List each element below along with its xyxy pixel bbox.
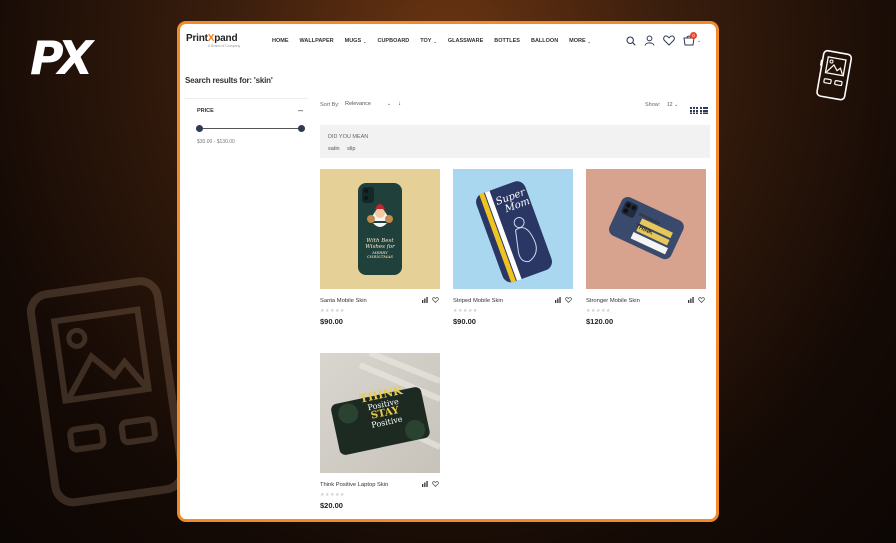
product-name[interactable]: Santa Mobile Skin: [320, 298, 367, 304]
product-price: $90.00: [320, 317, 343, 326]
nav-item-glassware[interactable]: GLASSWARE: [448, 38, 483, 44]
nav-item-cupboard[interactable]: CUPBOARD: [377, 38, 409, 44]
heart-icon[interactable]: [565, 297, 572, 303]
price-slider-max-handle[interactable]: [298, 125, 305, 132]
product-card[interactable]: THINK Positive STAY Positive Think Posit…: [320, 353, 442, 510]
site-logo-name: PrintXpand: [186, 33, 240, 44]
nav-item-label: MUGS: [344, 38, 362, 44]
product-name[interactable]: Stronger Mobile Skin: [586, 298, 640, 304]
show-label: Show:: [645, 102, 661, 108]
product-name[interactable]: Think Positive Laptop Skin: [320, 482, 388, 488]
product-art-text: With Best Wishes for MERRY CHRISTMAS: [358, 238, 402, 259]
brand-name-a: Print: [186, 33, 208, 44]
heart-icon[interactable]: [432, 297, 439, 303]
nav-item-home[interactable]: HOME: [272, 38, 289, 44]
sort-direction-icon[interactable]: ↓: [398, 101, 401, 107]
product-image[interactable]: THINK Positive STAY Positive: [320, 353, 440, 473]
brand-name-b: pand: [214, 33, 238, 44]
compare-icon[interactable]: [688, 297, 694, 303]
page-title: Search results for: 'skin': [185, 76, 273, 85]
website-screenshot-frame: PrintXpand A Brand of Company HOME WALLP…: [177, 21, 719, 522]
nav-item-label: CUPBOARD: [377, 38, 410, 44]
price-filter: PRICE – $30.00 - $130.00: [185, 98, 308, 153]
product-price: $20.00: [320, 501, 343, 510]
sort-select[interactable]: Relevance ⌄: [345, 101, 395, 107]
chevron-down-icon: ⌄: [387, 101, 392, 107]
cart-count-badge: 0: [690, 32, 697, 39]
site-logo-tagline: A Brand of Company: [208, 44, 241, 48]
phone-image-watermark-icon: [25, 275, 187, 520]
nav-item-label: WALLPAPER: [299, 38, 334, 44]
product-actions: [422, 481, 439, 487]
chevron-down-icon: ⌄: [363, 38, 367, 44]
product-name[interactable]: Striped Mobile Skin: [453, 298, 503, 304]
nav-item-label: HOME: [272, 38, 289, 44]
did-you-mean-title: DID YOU MEAN: [328, 134, 369, 140]
nav-item-wallpaper[interactable]: WALLPAPER: [300, 38, 334, 44]
product-price: $90.00: [453, 317, 476, 326]
site-logo[interactable]: PrintXpand A Brand of Company: [186, 33, 240, 48]
phone-image-icon: [812, 48, 854, 109]
nav-item-balloon[interactable]: BALLOON: [531, 38, 558, 44]
sort-value: Relevance: [345, 101, 371, 107]
art-line: CHRISTMAS: [366, 253, 394, 259]
main-nav: HOME WALLPAPER MUGS ⌄ CUPBOARD TOY ⌄ GLASS…: [272, 38, 602, 44]
overlay-logo: PX: [30, 33, 102, 83]
chevron-down-icon: ⌄: [433, 38, 437, 44]
nav-item-label: GLASSWARE: [447, 38, 484, 44]
show-select[interactable]: 12 ⌄: [667, 102, 678, 108]
rating-stars: ★★★★★: [586, 308, 611, 314]
heart-icon[interactable]: [698, 297, 705, 303]
product-actions: [688, 297, 705, 303]
price-slider-min-handle[interactable]: [196, 125, 203, 132]
nav-item-mugs[interactable]: MUGS ⌄: [345, 38, 367, 44]
product-image[interactable]: With Best Wishes for MERRY CHRISTMAS: [320, 169, 440, 289]
nav-item-label: TOY: [420, 38, 432, 44]
product-image[interactable]: Super Mom: [453, 169, 573, 289]
header-actions: 0 ⌄: [626, 32, 702, 46]
suggestion-link[interactable]: satin: [328, 146, 340, 152]
search-icon[interactable]: [626, 35, 636, 46]
grid-view-icon[interactable]: [690, 101, 698, 119]
sort-label: Sort By:: [320, 102, 340, 108]
price-slider-track[interactable]: [199, 128, 301, 129]
chevron-down-icon: ⌄: [587, 38, 592, 44]
compare-icon[interactable]: [555, 297, 561, 303]
product-price: $120.00: [586, 317, 614, 326]
product-card[interactable]: Super Mom Striped Mobile Skin ★★★★★ $90.…: [453, 169, 575, 326]
cart-button[interactable]: 0 ⌄: [683, 32, 702, 46]
overlay-logo-text: PX: [30, 31, 93, 85]
list-view-icon[interactable]: [700, 101, 708, 119]
collapse-toggle[interactable]: –: [298, 105, 303, 115]
price-range-text: $30.00 - $130.00: [197, 139, 235, 145]
nav-item-toy[interactable]: TOY ⌄: [420, 38, 437, 44]
nav-item-more[interactable]: MORE ⌄: [569, 38, 591, 44]
nav-item-label: MORE: [569, 38, 586, 44]
nav-item-bottles[interactable]: BOTTLES: [494, 38, 520, 44]
price-filter-heading: PRICE: [197, 108, 214, 114]
heart-icon[interactable]: [432, 481, 439, 487]
product-card[interactable]: STRONGER THINK Stronger Mobile Skin ★★★★…: [586, 169, 708, 326]
product-actions: [555, 297, 572, 303]
nav-item-label: BOTTLES: [494, 38, 520, 44]
rating-stars: ★★★★★: [320, 492, 345, 498]
product-card[interactable]: With Best Wishes for MERRY CHRISTMAS San…: [320, 169, 442, 326]
rating-stars: ★★★★★: [320, 308, 345, 314]
rating-stars: ★★★★★: [453, 308, 478, 314]
heart-icon[interactable]: [663, 35, 675, 46]
compare-icon[interactable]: [422, 297, 428, 303]
results-toolbar: Sort By: Relevance ⌄ ↓ Show: 12 ⌄: [317, 101, 712, 114]
product-image[interactable]: STRONGER THINK: [586, 169, 706, 289]
header-navbar: PrintXpand A Brand of Company HOME WALLP…: [180, 24, 716, 64]
nav-item-label: BALLOON: [530, 38, 559, 44]
did-you-mean-links: satin slip: [328, 146, 361, 152]
product-actions: [422, 297, 439, 303]
did-you-mean-box: DID YOU MEAN satin slip: [320, 125, 710, 158]
show-value: 12: [667, 102, 673, 108]
user-icon[interactable]: [644, 35, 655, 46]
chevron-down-icon: ⌄: [697, 37, 702, 44]
suggestion-link[interactable]: slip: [347, 146, 355, 152]
compare-icon[interactable]: [422, 481, 428, 487]
